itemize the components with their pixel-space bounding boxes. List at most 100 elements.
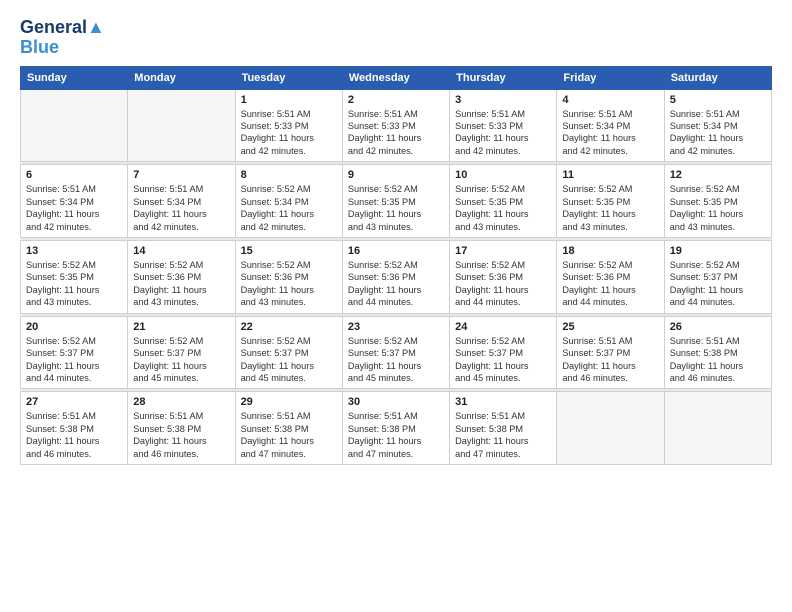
cell-info: Sunrise: 5:52 AM Sunset: 5:37 PM Dayligh… bbox=[670, 259, 766, 309]
day-number: 10 bbox=[455, 169, 551, 181]
cell-info: Sunrise: 5:52 AM Sunset: 5:36 PM Dayligh… bbox=[562, 259, 658, 309]
calendar-week-row: 20 Sunrise: 5:52 AM Sunset: 5:37 PM Dayli… bbox=[21, 316, 772, 389]
cell-info: Sunrise: 5:52 AM Sunset: 5:34 PM Dayligh… bbox=[241, 183, 337, 233]
day-number: 14 bbox=[133, 245, 229, 257]
day-number: 21 bbox=[133, 321, 229, 333]
calendar-cell: 17Sunrise: 5:52 AM Sunset: 5:36 PM Dayli… bbox=[450, 240, 557, 313]
calendar-cell: 4Sunrise: 5:51 AM Sunset: 5:34 PM Daylig… bbox=[557, 89, 664, 162]
calendar-header-tuesday: Tuesday bbox=[235, 66, 342, 89]
day-number: 6 bbox=[26, 169, 122, 181]
calendar-cell: 30Sunrise: 5:51 AM Sunset: 5:38 PM Dayli… bbox=[342, 392, 449, 465]
cell-info: Sunrise: 5:51 AM Sunset: 5:33 PM Dayligh… bbox=[348, 108, 444, 158]
calendar-cell: 2 Sunrise: 5:51 AM Sunset: 5:33 PM Daylig… bbox=[342, 89, 449, 162]
calendar-header-row: SundayMondayTuesdayWednesdayThursdayFrid… bbox=[21, 66, 772, 89]
calendar-cell: 5 Sunrise: 5:51 AM Sunset: 5:34 PM Daylig… bbox=[664, 89, 771, 162]
day-number: 17 bbox=[455, 245, 551, 257]
calendar-cell: 10 Sunrise: 5:52 AM Sunset: 5:35 PM Dayli… bbox=[450, 165, 557, 238]
calendar-header-friday: Friday bbox=[557, 66, 664, 89]
calendar-cell: 12 Sunrise: 5:52 AM Sunset: 5:35 PM Dayli… bbox=[664, 165, 771, 238]
calendar-cell: 7 Sunrise: 5:51 AM Sunset: 5:34 PM Daylig… bbox=[128, 165, 235, 238]
day-number: 12 bbox=[670, 169, 766, 181]
calendar-week-row: 1 Sunrise: 5:51 AM Sunset: 5:33 PM Daylig… bbox=[21, 89, 772, 162]
day-number: 28 bbox=[133, 396, 229, 408]
day-number: 31 bbox=[455, 396, 551, 408]
day-number: 2 bbox=[348, 94, 444, 106]
cell-info: Sunrise: 5:52 AM Sunset: 5:35 PM Dayligh… bbox=[670, 183, 766, 233]
calendar-cell: 3Sunrise: 5:51 AM Sunset: 5:33 PM Daylig… bbox=[450, 89, 557, 162]
calendar-week-row: 13 Sunrise: 5:52 AM Sunset: 5:35 PM Dayli… bbox=[21, 240, 772, 313]
calendar-cell: 14 Sunrise: 5:52 AM Sunset: 5:36 PM Dayli… bbox=[128, 240, 235, 313]
day-number: 9 bbox=[348, 169, 444, 181]
cell-info: Sunrise: 5:52 AM Sunset: 5:36 PM Dayligh… bbox=[133, 259, 229, 309]
day-number: 27 bbox=[26, 396, 122, 408]
cell-info: Sunrise: 5:52 AM Sunset: 5:35 PM Dayligh… bbox=[26, 259, 122, 309]
cell-info: Sunrise: 5:51 AM Sunset: 5:38 PM Dayligh… bbox=[26, 410, 122, 460]
day-number: 5 bbox=[670, 94, 766, 106]
day-number: 15 bbox=[241, 245, 337, 257]
day-number: 20 bbox=[26, 321, 122, 333]
calendar-cell: 31 Sunrise: 5:51 AM Sunset: 5:38 PM Dayli… bbox=[450, 392, 557, 465]
calendar-cell: 25Sunrise: 5:51 AM Sunset: 5:37 PM Dayli… bbox=[557, 316, 664, 389]
calendar-cell: 23Sunrise: 5:52 AM Sunset: 5:37 PM Dayli… bbox=[342, 316, 449, 389]
calendar-cell: 26Sunrise: 5:51 AM Sunset: 5:38 PM Dayli… bbox=[664, 316, 771, 389]
logo: General▲ Blue bbox=[20, 18, 105, 58]
cell-info: Sunrise: 5:52 AM Sunset: 5:35 PM Dayligh… bbox=[348, 183, 444, 233]
cell-info: Sunrise: 5:52 AM Sunset: 5:35 PM Dayligh… bbox=[562, 183, 658, 233]
cell-info: Sunrise: 5:52 AM Sunset: 5:35 PM Dayligh… bbox=[455, 183, 551, 233]
calendar-week-row: 27 Sunrise: 5:51 AM Sunset: 5:38 PM Dayli… bbox=[21, 392, 772, 465]
calendar-cell bbox=[664, 392, 771, 465]
calendar-cell: 11Sunrise: 5:52 AM Sunset: 5:35 PM Dayli… bbox=[557, 165, 664, 238]
day-number: 29 bbox=[241, 396, 337, 408]
calendar-cell: 28 Sunrise: 5:51 AM Sunset: 5:38 PM Dayli… bbox=[128, 392, 235, 465]
calendar-cell: 21 Sunrise: 5:52 AM Sunset: 5:37 PM Dayli… bbox=[128, 316, 235, 389]
calendar-cell: 22 Sunrise: 5:52 AM Sunset: 5:37 PM Dayli… bbox=[235, 316, 342, 389]
calendar-cell: 24 Sunrise: 5:52 AM Sunset: 5:37 PM Dayli… bbox=[450, 316, 557, 389]
calendar-cell: 16Sunrise: 5:52 AM Sunset: 5:36 PM Dayli… bbox=[342, 240, 449, 313]
day-number: 30 bbox=[348, 396, 444, 408]
day-number: 16 bbox=[348, 245, 444, 257]
cell-info: Sunrise: 5:52 AM Sunset: 5:37 PM Dayligh… bbox=[133, 335, 229, 385]
calendar-cell: 6 Sunrise: 5:51 AM Sunset: 5:34 PM Daylig… bbox=[21, 165, 128, 238]
calendar-cell: 29 Sunrise: 5:51 AM Sunset: 5:38 PM Dayli… bbox=[235, 392, 342, 465]
calendar-cell: 18Sunrise: 5:52 AM Sunset: 5:36 PM Dayli… bbox=[557, 240, 664, 313]
calendar-cell bbox=[557, 392, 664, 465]
cell-info: Sunrise: 5:51 AM Sunset: 5:38 PM Dayligh… bbox=[241, 410, 337, 460]
calendar-cell: 19 Sunrise: 5:52 AM Sunset: 5:37 PM Dayli… bbox=[664, 240, 771, 313]
calendar-cell: 1Sunrise: 5:51 AM Sunset: 5:33 PM Daylig… bbox=[235, 89, 342, 162]
cell-info: Sunrise: 5:51 AM Sunset: 5:38 PM Dayligh… bbox=[455, 410, 551, 460]
day-number: 8 bbox=[241, 169, 337, 181]
cell-info: Sunrise: 5:52 AM Sunset: 5:37 PM Dayligh… bbox=[241, 335, 337, 385]
calendar-header-wednesday: Wednesday bbox=[342, 66, 449, 89]
day-number: 25 bbox=[562, 321, 658, 333]
calendar-cell: 9 Sunrise: 5:52 AM Sunset: 5:35 PM Daylig… bbox=[342, 165, 449, 238]
logo-text-blue: Blue bbox=[20, 38, 59, 58]
cell-info: Sunrise: 5:52 AM Sunset: 5:37 PM Dayligh… bbox=[348, 335, 444, 385]
calendar-table: SundayMondayTuesdayWednesdayThursdayFrid… bbox=[20, 66, 772, 465]
calendar-header-sunday: Sunday bbox=[21, 66, 128, 89]
day-number: 13 bbox=[26, 245, 122, 257]
day-number: 3 bbox=[455, 94, 551, 106]
calendar-cell: 13 Sunrise: 5:52 AM Sunset: 5:35 PM Dayli… bbox=[21, 240, 128, 313]
cell-info: Sunrise: 5:51 AM Sunset: 5:34 PM Dayligh… bbox=[670, 108, 766, 158]
calendar-cell bbox=[128, 89, 235, 162]
day-number: 22 bbox=[241, 321, 337, 333]
day-number: 19 bbox=[670, 245, 766, 257]
calendar-header-monday: Monday bbox=[128, 66, 235, 89]
day-number: 24 bbox=[455, 321, 551, 333]
logo-text: General▲ bbox=[20, 18, 105, 38]
cell-info: Sunrise: 5:52 AM Sunset: 5:37 PM Dayligh… bbox=[455, 335, 551, 385]
page: General▲ Blue SundayMondayTuesdayWednesd… bbox=[0, 0, 792, 612]
day-number: 4 bbox=[562, 94, 658, 106]
cell-info: Sunrise: 5:51 AM Sunset: 5:34 PM Dayligh… bbox=[26, 183, 122, 233]
calendar-cell: 27 Sunrise: 5:51 AM Sunset: 5:38 PM Dayli… bbox=[21, 392, 128, 465]
calendar-cell bbox=[21, 89, 128, 162]
calendar-cell: 15Sunrise: 5:52 AM Sunset: 5:36 PM Dayli… bbox=[235, 240, 342, 313]
calendar-cell: 20Sunrise: 5:52 AM Sunset: 5:37 PM Dayli… bbox=[21, 316, 128, 389]
header: General▲ Blue bbox=[20, 18, 772, 58]
cell-info: Sunrise: 5:51 AM Sunset: 5:34 PM Dayligh… bbox=[133, 183, 229, 233]
calendar-week-row: 6 Sunrise: 5:51 AM Sunset: 5:34 PM Daylig… bbox=[21, 165, 772, 238]
day-number: 7 bbox=[133, 169, 229, 181]
calendar-header-thursday: Thursday bbox=[450, 66, 557, 89]
cell-info: Sunrise: 5:51 AM Sunset: 5:38 PM Dayligh… bbox=[133, 410, 229, 460]
day-number: 1 bbox=[241, 94, 337, 106]
